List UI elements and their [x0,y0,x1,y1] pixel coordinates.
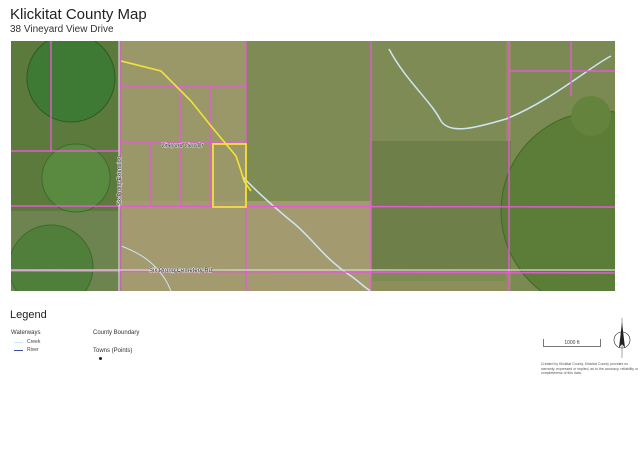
creek-swatch [14,341,23,343]
legend-towns: Towns (Points) [93,348,133,354]
legend-county-boundary: County Boundary [93,330,140,336]
aerial-map: Vineyard View Dr Six Prong Extension Six… [11,41,615,291]
pivot-field [41,143,111,213]
north-arrow-icon [612,318,632,363]
town-point-icon [99,357,102,360]
legend-title: Legend [10,309,47,321]
map-title: Klickitat County Map [10,6,147,23]
legend-river: River [14,347,39,353]
legend-creek-label: Creek [27,339,41,345]
map-view[interactable]: Vineyard View Dr Six Prong Extension Six… [11,41,615,291]
pivot-field [571,96,611,136]
pivot-field [26,41,116,123]
legend-creek: Creek [14,339,40,345]
legend-waterways-heading: Waterways [11,330,41,336]
disclaimer-text: Created by Klickitat County. Klickitat C… [541,362,639,375]
map-subtitle: 38 Vineyard View Drive [10,24,114,35]
road-label-six-prong-extension: Six Prong Extension [117,156,123,206]
road-label-vineyard-view: Vineyard View Dr [161,143,204,149]
legend-river-label: River [27,347,39,353]
river-swatch [14,349,23,351]
legend-town-point [99,357,102,360]
road-label-six-prong-cemetery: Six Prong Cemetery Rd [149,268,212,274]
scale-bar: 1000 ft [543,339,601,347]
